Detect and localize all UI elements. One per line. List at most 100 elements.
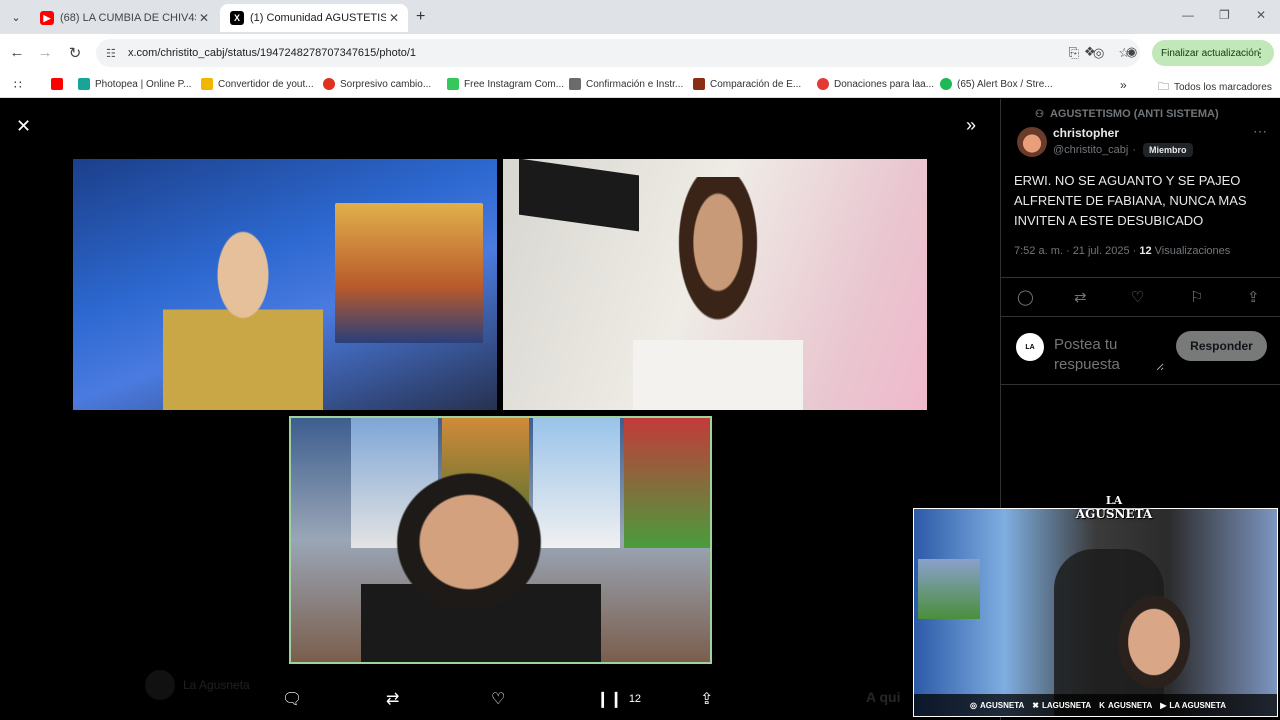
donation-icon (817, 78, 829, 90)
bookmark-label: Comparación de E... (710, 78, 802, 90)
like-heart-icon[interactable]: ♡ (491, 689, 505, 709)
post-meta: 7:52 a. m. · 21 jul. 2025 · 12 Visualiza… (1014, 245, 1230, 257)
bookmark-item[interactable]: Convertidor de yout... (201, 78, 314, 90)
restore-icon[interactable]: ❐ (1219, 8, 1230, 22)
views-button[interactable]: ❙❙ 12 (596, 689, 641, 709)
photo-viewer: ✕ » La Agusneta A qui 🗨︎ ⇄ ♡ ❙❙ 12 ⇪ (0, 99, 1000, 720)
reply-icon[interactable]: ◯ (1017, 288, 1034, 306)
browser-toolbar: ← → ↻ ☷ ⎘ ◎ ☆ ❖ ◉ Finalizar actualizació… (0, 34, 1280, 72)
address-bar[interactable]: ☷ ⎘ ◎ ☆ (96, 39, 1140, 67)
like-heart-icon[interactable]: ♡ (1131, 288, 1144, 306)
video-frame-right (503, 159, 927, 410)
post-time[interactable]: 7:52 a. m. · 21 jul. 2025 · (1014, 245, 1139, 257)
video-frame-left (73, 159, 497, 410)
bookmark-item[interactable]: Donaciones para laa... (817, 78, 934, 90)
back-arrow-icon[interactable]: ← (8, 44, 26, 61)
close-icon[interactable]: ✕ (16, 116, 31, 137)
viewer-action-bar: 🗨︎ ⇄ ♡ ❙❙ 12 ⇪ (0, 685, 1000, 715)
social-youtube: ▶ LA AGUSNETA (1160, 701, 1226, 710)
bookmark-item[interactable]: Photopea | Online P... (78, 78, 191, 90)
video-frame-bottom (289, 416, 712, 664)
chevron-double-right-icon[interactable]: » (966, 115, 976, 136)
social-x: ✖ LAGUSNETA (1032, 701, 1091, 710)
update-button-label: Finalizar actualización (1161, 47, 1260, 59)
news-icon (323, 78, 335, 90)
close-icon[interactable]: ✕ (386, 11, 402, 25)
separator: · (1132, 144, 1137, 156)
bookmark-item[interactable]: Sorpresivo cambio... (323, 78, 431, 90)
bar-chart-icon: ❙❙ (596, 691, 623, 708)
minimize-icon[interactable]: — (1182, 8, 1194, 22)
tab-youtube[interactable]: ▶ (68) LA CUMBIA DE CHIV4S - M ✕ (30, 4, 218, 32)
folder-icon: 🗀 (1158, 81, 1169, 93)
reply-button[interactable]: Responder (1176, 331, 1267, 361)
social-label: AGUSNETA (979, 700, 1025, 710)
tab-search-chevron-icon[interactable]: ⌄ (6, 8, 26, 26)
social-label: LAGUSNETA (1041, 700, 1092, 710)
author-handle-row: @christito_cabj · Miembro (1053, 143, 1193, 157)
bookmark-item[interactable]: Free Instagram Com... (447, 78, 564, 90)
converter-icon (201, 78, 213, 90)
share-icon[interactable]: ⇪ (1247, 288, 1260, 306)
youtube-icon (51, 78, 63, 90)
close-icon[interactable]: ✕ (196, 11, 212, 25)
social-instagram: ◎ AGUSNETA (970, 701, 1024, 710)
repost-icon[interactable]: ⇄ (386, 689, 399, 709)
la-agusneta-logo: LA AGUSNETA (1076, 478, 1152, 536)
apps-grid-icon[interactable]: ∷ (14, 78, 22, 92)
streamer-figure (361, 458, 601, 662)
reply-input[interactable] (1054, 335, 1164, 371)
bookmark-item[interactable]: (65) Alert Box / Stre... (940, 78, 1053, 90)
bookmark-icon[interactable]: ⚐ (1190, 288, 1203, 306)
bookmark-label: Photopea | Online P... (95, 78, 192, 90)
bookmark-label: Convertidor de yout... (218, 78, 314, 90)
bookmark-item[interactable]: Confirmación e Instr... (569, 78, 683, 90)
tab-title: (1) Comunidad AGUSTETISMO ( (250, 12, 386, 24)
kebab-menu-icon[interactable]: ⋮ (1254, 46, 1266, 60)
install-app-icon[interactable]: ⎘ (1069, 45, 1079, 61)
kick-icon: K (1099, 700, 1105, 710)
community-label[interactable]: ⚇ AGUSTETISMO (ANTI SISTEMA) (1035, 108, 1219, 120)
social-handles-bar: ◎ AGUSNETA ✖ LAGUSNETA K AGUSNETA ▶ LA AGUSN… (914, 694, 1277, 716)
bookmark-label: Free Instagram Com... (464, 78, 565, 90)
poster-image (918, 559, 980, 619)
views-count: 12 (628, 693, 642, 705)
new-tab-plus-icon[interactable]: + (416, 8, 425, 26)
streamer-webcam-overlay: ◎ AGUSNETA ✖ LAGUSNETA K AGUSNETA ▶ LA AGUSN… (913, 508, 1278, 717)
social-label: LA AGUSNETA (1169, 700, 1226, 710)
link-icon (569, 78, 581, 90)
update-button[interactable]: Finalizar actualización ⋮ (1152, 40, 1274, 66)
window-close-icon[interactable]: ✕ (1256, 8, 1266, 22)
forward-arrow-icon[interactable]: → (36, 44, 54, 61)
extensions-puzzle-icon[interactable]: ❖ (1084, 44, 1096, 60)
repost-icon[interactable]: ⇄ (1074, 288, 1087, 306)
instagram-tool-icon (447, 78, 459, 90)
tab-x-community[interactable]: X (1) Comunidad AGUSTETISMO ( ✕ (220, 4, 408, 32)
url-input[interactable] (128, 47, 928, 59)
tab-title: (68) LA CUMBIA DE CHIV4S - M (60, 12, 196, 24)
profile-avatar-icon[interactable]: ◉ (1126, 44, 1137, 60)
author-name[interactable]: christopher (1053, 126, 1119, 140)
viewer-avatar: LA (1014, 331, 1046, 363)
all-bookmarks-folder[interactable]: 🗀 Todos los marcadores (1158, 78, 1272, 97)
more-options-icon[interactable]: ⋯ (1253, 123, 1268, 140)
all-bookmarks-label: Todos los marcadores (1174, 82, 1272, 93)
author-handle[interactable]: @christito_cabj (1053, 144, 1128, 156)
instagram-icon: ◎ (970, 700, 977, 710)
share-icon[interactable]: ⇪ (700, 689, 713, 709)
bookmark-label: Confirmación e Instr... (586, 78, 684, 90)
community-name: AGUSTETISMO (ANTI SISTEMA) (1049, 108, 1219, 120)
member-badge: Miembro (1143, 143, 1193, 157)
photopea-icon (78, 78, 90, 90)
chevron-double-right-icon[interactable]: » (1120, 78, 1127, 92)
x-icon: X (230, 11, 244, 25)
bookmark-item[interactable]: Comparación de E... (693, 78, 801, 90)
post-text: ERWI. NO SE AGUANTO Y SE PAJEO ALFRENTE … (1014, 173, 1247, 228)
author-avatar[interactable] (1017, 127, 1047, 157)
bookmark-youtube[interactable] (51, 78, 68, 90)
reload-icon[interactable]: ↻ (66, 44, 84, 62)
reply-icon[interactable]: 🗨︎ (282, 689, 302, 709)
bookmark-label: (65) Alert Box / Stre... (957, 78, 1053, 90)
site-settings-icon[interactable]: ☷ (106, 47, 120, 60)
community-people-icon: ⚇ (1035, 108, 1044, 120)
